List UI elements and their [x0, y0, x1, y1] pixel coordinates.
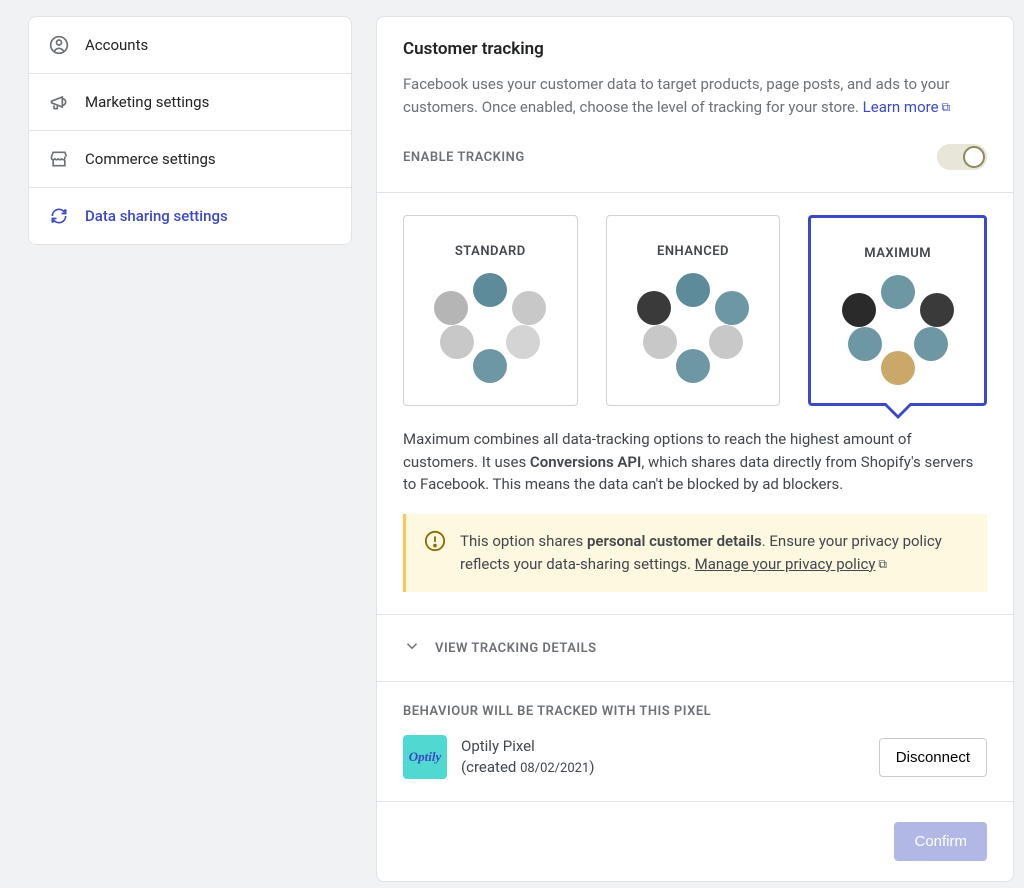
accordion-label: VIEW TRACKING DETAILS [435, 641, 597, 656]
avatar-group-icon [838, 275, 958, 385]
privacy-warning-banner: This option shares personal customer det… [403, 514, 987, 593]
external-link-icon: ⧉ [942, 98, 951, 116]
tracking-card-maximum[interactable]: MAXIMUM [808, 215, 987, 406]
manage-privacy-policy-link[interactable]: Manage your privacy policy⧉ [695, 555, 887, 573]
confirm-button[interactable]: Confirm [894, 822, 987, 861]
pixel-logo: Optily [403, 735, 447, 779]
store-icon [49, 149, 69, 169]
user-circle-icon [49, 35, 69, 55]
main-panel: Customer tracking Facebook uses your cus… [376, 16, 1014, 882]
pixel-section: BEHAVIOUR WILL BE TRACKED WITH THIS PIXE… [377, 681, 1013, 801]
sidebar-item-accounts[interactable]: Accounts [29, 17, 351, 74]
sidebar-item-data-sharing[interactable]: Data sharing settings [29, 188, 351, 244]
tracking-level-cards: STANDARD ENHANCED [377, 193, 1013, 416]
sidebar-item-commerce[interactable]: Commerce settings [29, 131, 351, 188]
external-link-icon: ⧉ [878, 555, 887, 574]
selected-card-description: Maximum combines all data-tracking optio… [377, 416, 1013, 496]
footer: Confirm [377, 801, 1013, 881]
learn-more-link[interactable]: Learn more⧉ [863, 98, 950, 116]
view-tracking-details-accordion[interactable]: VIEW TRACKING DETAILS [377, 614, 1013, 681]
card-title: MAXIMUM [821, 246, 974, 261]
enable-tracking-label: ENABLE TRACKING [403, 150, 525, 165]
toggle-knob [963, 146, 985, 168]
card-title: ENHANCED [617, 244, 770, 259]
pixel-name: Optily Pixel [461, 736, 865, 757]
avatar-group-icon [430, 273, 550, 383]
avatar-group-icon [633, 273, 753, 383]
tracking-card-enhanced[interactable]: ENHANCED [606, 215, 781, 406]
sidebar-item-marketing[interactable]: Marketing settings [29, 74, 351, 131]
chevron-down-icon [403, 637, 421, 659]
warning-icon [424, 530, 446, 552]
megaphone-icon [49, 92, 69, 112]
sidebar-item-label: Data sharing settings [85, 207, 228, 225]
pixel-info: Optily Pixel (created 08/02/2021) [461, 736, 865, 778]
tracking-card-standard[interactable]: STANDARD [403, 215, 578, 406]
page-description: Facebook uses your customer data to targ… [403, 73, 987, 118]
enable-tracking-toggle[interactable] [937, 144, 987, 170]
disconnect-button[interactable]: Disconnect [879, 738, 987, 777]
sidebar-item-label: Marketing settings [85, 93, 209, 111]
sidebar-item-label: Accounts [85, 36, 148, 54]
card-title: STANDARD [414, 244, 567, 259]
pixel-heading: BEHAVIOUR WILL BE TRACKED WITH THIS PIXE… [403, 704, 987, 719]
sync-icon [49, 206, 69, 226]
page-title: Customer tracking [403, 39, 987, 59]
settings-sidebar: Accounts Marketing settings Commerce set… [28, 16, 352, 245]
sidebar-item-label: Commerce settings [85, 150, 216, 168]
